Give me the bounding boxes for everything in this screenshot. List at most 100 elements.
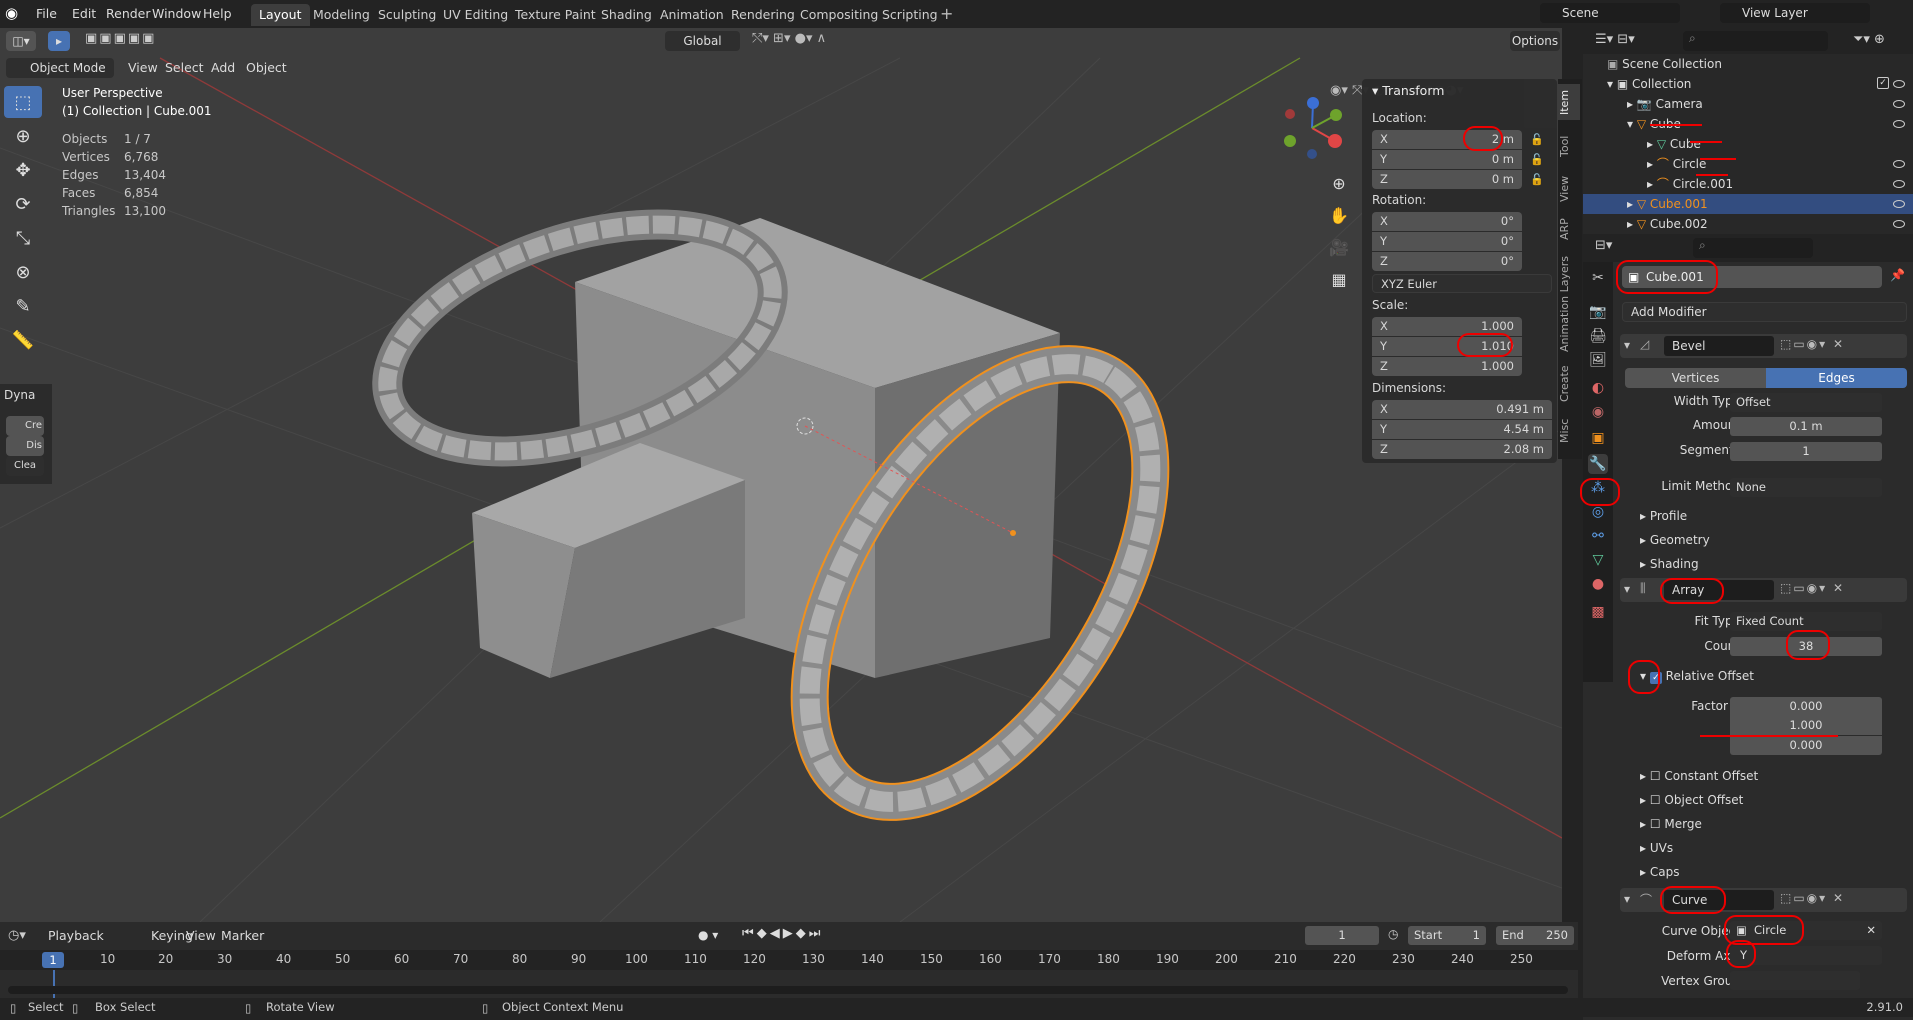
object-mode-dropdown[interactable]: Object Mode xyxy=(6,58,114,78)
expand-icon[interactable]: ▸ xyxy=(1627,197,1633,211)
select-box-tool-icon[interactable]: ⬚ xyxy=(4,86,42,118)
outliner-row[interactable]: ▸ ⌒ Circle xyxy=(1583,154,1913,174)
visibility-eye-icon[interactable] xyxy=(1893,120,1905,128)
constraints-tab-icon[interactable]: ⚯ xyxy=(1588,526,1608,546)
camera-view-icon[interactable]: 🎥 xyxy=(1326,232,1352,264)
snapping-icons[interactable]: ⤲▾ ⊞▾ ●▾ ∧ xyxy=(752,31,882,51)
expand-icon[interactable]: ▸ xyxy=(1647,137,1653,151)
modifier-tab-icon[interactable]: 🔧 xyxy=(1588,454,1608,474)
add-modifier-dropdown[interactable]: Add Modifier xyxy=(1622,302,1907,322)
visibility-eye-icon[interactable] xyxy=(1893,220,1905,228)
fit-type-dropdown[interactable]: Fixed Count xyxy=(1730,612,1882,631)
sidebar-tab-create[interactable]: Create xyxy=(1558,362,1580,406)
tab-edges[interactable]: Edges xyxy=(1766,368,1907,388)
tab-shading[interactable]: Shading xyxy=(593,4,660,26)
visibility-eye-icon[interactable] xyxy=(1893,200,1905,208)
texture-tab-icon[interactable]: ▩ xyxy=(1588,602,1608,622)
modifier-toggle-icons[interactable]: ⬚▭◉▾ ✕ xyxy=(1780,337,1845,351)
sidebar-tab-animation-layers[interactable]: Animation Layers xyxy=(1558,254,1580,354)
ortho-grid-icon[interactable]: ▦ xyxy=(1326,264,1352,296)
subpanel-shading[interactable]: ▸ Shading xyxy=(1640,557,1699,571)
selection-mode-icons[interactable]: ▣▣▣▣▣ xyxy=(85,31,180,51)
factor-y-field[interactable]: 1.000 xyxy=(1730,716,1882,735)
tab-sculpting[interactable]: Sculpting xyxy=(370,4,444,26)
cursor-tool-icon[interactable]: ⊕ xyxy=(4,120,42,152)
outliner-search-input[interactable]: ⌕ xyxy=(1683,31,1828,51)
transform-panel-header[interactable]: ▾ Transform xyxy=(1372,83,1444,98)
rotate-tool-icon[interactable]: ⟳ xyxy=(4,188,42,220)
location-y-field[interactable]: Y 0 m xyxy=(1372,150,1522,169)
rotation-x-field[interactable]: X 0° xyxy=(1372,212,1522,231)
tool-tab-icon[interactable]: ✂ xyxy=(1588,268,1608,288)
view-layer-selector[interactable]: View Layer xyxy=(1720,3,1870,23)
menu-file[interactable]: File xyxy=(30,4,63,24)
timeline-editor-icon[interactable]: ◷▾ xyxy=(8,928,26,943)
expand-icon[interactable]: ▸ xyxy=(1647,157,1653,171)
collapse-icon[interactable]: ▾ xyxy=(1624,338,1630,352)
outliner-row[interactable]: ▸ ▽ Cube.002 xyxy=(1583,214,1913,234)
filter-icon[interactable]: ⏷▾ ⊕ xyxy=(1853,32,1885,47)
outliner-row[interactable]: ▾ ▣ Collection ✓ xyxy=(1583,74,1913,94)
modifier-toggle-icons[interactable]: ⬚▭◉▾ ✕ xyxy=(1780,581,1845,595)
material-tab-icon[interactable]: ● xyxy=(1588,574,1608,594)
outliner-row[interactable]: ▣ Scene Collection xyxy=(1583,54,1913,74)
sidebar-tab-misc[interactable]: Misc xyxy=(1558,414,1580,448)
select-mode-icon[interactable]: ▸ xyxy=(48,31,70,51)
amount-field[interactable]: 0.1 m xyxy=(1730,417,1882,436)
zoom-icon[interactable]: ⊕ xyxy=(1326,168,1352,200)
subpanel-geometry[interactable]: ▸ Geometry xyxy=(1640,533,1710,547)
properties-search-input[interactable]: ⌕ xyxy=(1693,238,1813,258)
menu-edit[interactable]: Edit xyxy=(66,4,102,24)
visibility-eye-icon[interactable] xyxy=(1893,100,1905,108)
lock-icons[interactable]: 🔓 🔓 🔓 xyxy=(1530,130,1544,190)
tab-rendering[interactable]: Rendering xyxy=(723,4,803,26)
tab-compositing[interactable]: Compositing xyxy=(792,4,886,26)
add-workspace-icon[interactable]: + xyxy=(940,4,953,23)
outliner-editor-icon[interactable]: ☰▾ ⊟▾ xyxy=(1595,32,1635,47)
transform-orientation-dropdown[interactable]: Global xyxy=(665,31,740,51)
subpanel-caps[interactable]: ▸ Caps xyxy=(1640,865,1679,879)
dimensions-x-field[interactable]: X 0.491 m xyxy=(1372,400,1552,419)
clear-icon[interactable]: ✕ xyxy=(1866,921,1876,940)
tab-texture-paint[interactable]: Texture Paint xyxy=(507,4,604,26)
scale-z-field[interactable]: Z 1.000 xyxy=(1372,357,1522,376)
factor-z-field[interactable]: 0.000 xyxy=(1730,736,1882,755)
object-tab-icon[interactable]: ▣ xyxy=(1588,428,1608,448)
modifier-toggle-icons[interactable]: ⬚▭◉▾ ✕ xyxy=(1780,891,1845,905)
rotation-z-field[interactable]: Z 0° xyxy=(1372,252,1522,271)
3d-viewport[interactable] xyxy=(0,28,1562,922)
expand-icon[interactable]: ▾ xyxy=(1627,117,1633,131)
tab-scripting[interactable]: Scripting xyxy=(874,4,946,26)
outliner-row[interactable]: ▾ ▽ Cube xyxy=(1583,114,1913,134)
move-tool-icon[interactable]: ✥ xyxy=(4,154,42,186)
data-tab-icon[interactable]: ▽ xyxy=(1588,550,1608,570)
viewport-menu-object[interactable]: Object xyxy=(240,58,293,78)
sidebar-tab-tool[interactable]: Tool xyxy=(1558,129,1580,163)
editor-type-icon[interactable]: ◫▾ xyxy=(6,31,36,51)
rotation-mode-dropdown[interactable]: XYZ Euler xyxy=(1372,274,1552,293)
pin-icon[interactable]: 📌 xyxy=(1890,268,1905,282)
checkbox-icon[interactable]: ✓ xyxy=(1877,77,1889,89)
viewport-menu-view[interactable]: View xyxy=(122,58,164,78)
location-z-field[interactable]: Z 0 m xyxy=(1372,170,1522,189)
dyna-clean-dropdown[interactable]: Clea xyxy=(6,456,44,476)
dimensions-z-field[interactable]: Z 2.08 m xyxy=(1372,440,1552,459)
annotate-tool-icon[interactable]: ✎ xyxy=(4,290,42,322)
dyna-create-button[interactable]: Cre xyxy=(6,416,44,436)
options-dropdown[interactable]: Options xyxy=(1510,31,1560,51)
viewport-menu-add[interactable]: Add xyxy=(205,58,241,78)
outliner-row[interactable]: ▸ 📷 Camera xyxy=(1583,94,1913,114)
pan-hand-icon[interactable]: ✋ xyxy=(1326,200,1352,232)
measure-tool-icon[interactable]: 📏 xyxy=(4,324,42,356)
collapse-icon[interactable]: ▾ xyxy=(1624,892,1630,906)
expand-icon[interactable]: ▾ xyxy=(1607,77,1613,91)
outliner-row[interactable]: ▸ ▽ Cube xyxy=(1583,134,1913,154)
scene-selector[interactable]: Scene xyxy=(1540,3,1680,23)
visibility-eye-icon[interactable] xyxy=(1893,160,1905,168)
view-layer-tab-icon[interactable]: 🖼 xyxy=(1588,350,1608,370)
transform-tool-icon[interactable]: ⊗ xyxy=(4,256,42,288)
tab-layout[interactable]: Layout xyxy=(251,4,310,26)
vertex-group-field[interactable] xyxy=(1730,971,1860,990)
properties-editor-icon[interactable]: ⊟▾ xyxy=(1595,238,1612,253)
menu-help[interactable]: Help xyxy=(197,4,238,24)
